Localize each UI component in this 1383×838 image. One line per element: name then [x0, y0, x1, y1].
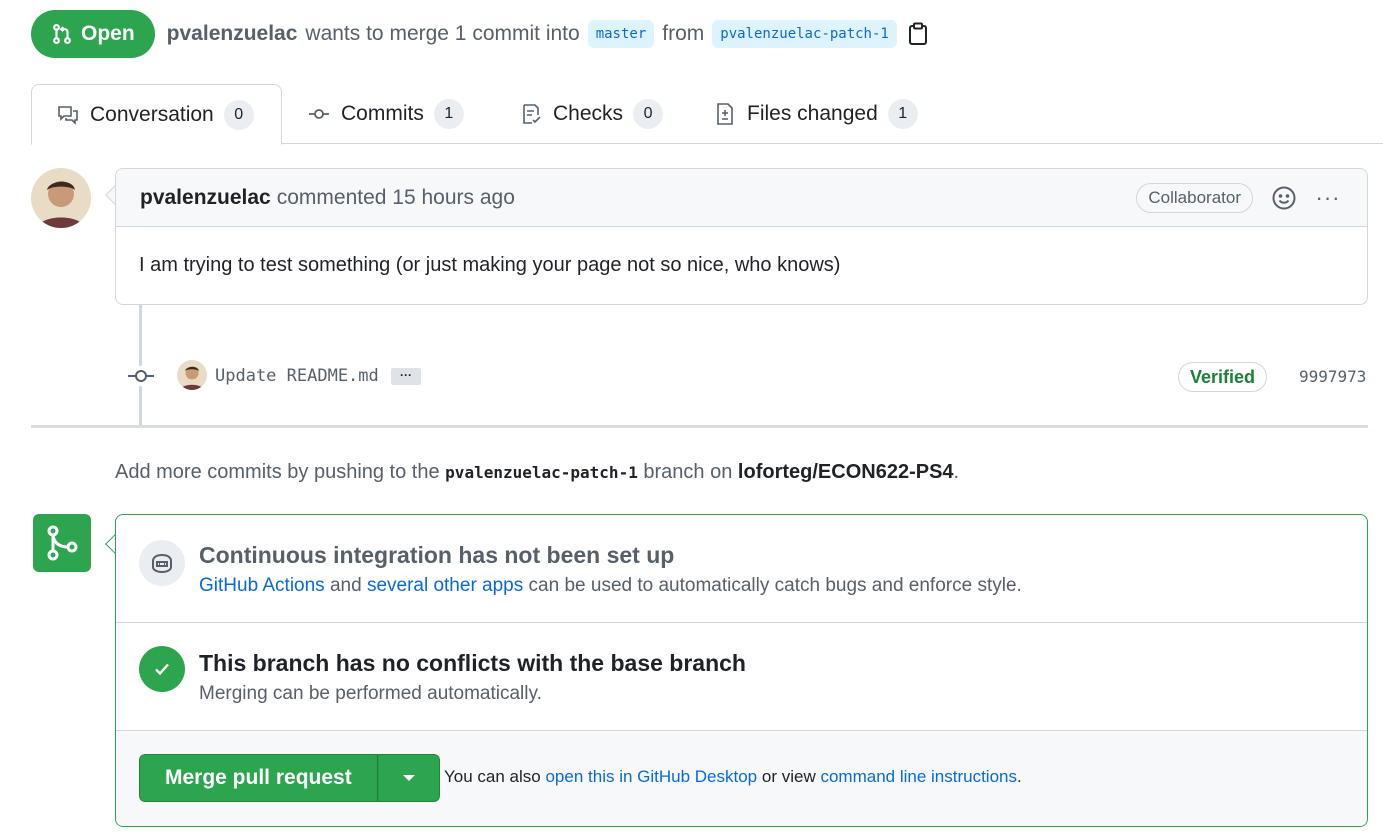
pr-from-text: from — [662, 22, 705, 45]
comment-body: I am trying to test something (or just m… — [139, 254, 841, 276]
ci-rest-text: can be used to automatically catch bugs … — [528, 575, 1022, 596]
pr-summary: pvalenzuelac wants to merge 1 commit int… — [167, 20, 929, 48]
alt-middle: or view — [761, 767, 816, 786]
push-hint-branch: pvalenzuelac-patch-1 — [445, 463, 638, 482]
tab-counter: 0 — [223, 99, 254, 130]
open-in-desktop-link[interactable]: open this in GitHub Desktop — [545, 767, 757, 786]
alt-suffix: . — [1017, 767, 1022, 786]
pr-state-badge: Open — [31, 10, 155, 58]
push-hint: Add more commits by pushing to the pvale… — [115, 461, 959, 484]
github-actions-link[interactable]: GitHub Actions — [199, 575, 325, 596]
tab-commits[interactable]: Commits 1 — [283, 84, 488, 144]
checklist-icon — [523, 104, 541, 124]
base-branch-ref[interactable]: master — [587, 20, 655, 48]
ci-section: Continuous integration has not been set … — [116, 515, 1367, 623]
tab-counter: 0 — [633, 99, 664, 129]
timeline-line — [139, 305, 142, 425]
tab-label: Commits — [341, 102, 424, 125]
comment-box: pvalenzuelac commented 15 hours ago Coll… — [115, 168, 1368, 305]
push-hint-prefix: Add more commits by pushing to the — [115, 461, 440, 483]
tab-files-changed[interactable]: Files changed 1 — [689, 84, 942, 144]
git-pull-request-icon — [53, 23, 71, 45]
tab-counter: 1 — [887, 99, 918, 129]
tab-label: Checks — [553, 102, 624, 125]
pr-tabs: Conversation 0 Commits 1 Checks 0 Files … — [31, 84, 1383, 145]
tab-label: Conversation — [90, 102, 214, 126]
comment-meta[interactable]: commented 15 hours ago — [277, 186, 515, 210]
user-avatar-image — [31, 168, 91, 228]
ci-and-text: and — [329, 575, 362, 596]
repo-link[interactable]: loforteg/ECON622-PS4 — [738, 461, 954, 483]
commit-expand-button[interactable]: ··· — [391, 368, 421, 385]
tab-counter: 1 — [433, 99, 464, 129]
comment-options-button[interactable]: ··· — [1313, 185, 1343, 211]
add-reaction-button[interactable] — [1271, 185, 1297, 211]
comment-discussion-icon — [58, 105, 78, 125]
ci-subtitle: GitHub Actions and several other apps ca… — [199, 575, 1022, 597]
tab-checks[interactable]: Checks 0 — [495, 84, 687, 144]
push-hint-middle: branch on — [643, 461, 733, 483]
timeline-divider — [31, 425, 1368, 428]
collaborator-label: Collaborator — [1136, 183, 1253, 213]
alt-prefix: You can also — [444, 767, 541, 786]
comment-header: pvalenzuelac commented 15 hours ago Coll… — [116, 169, 1367, 227]
git-commit-node-icon — [128, 366, 154, 386]
conflicts-section: This branch has no conflicts with the ba… — [116, 623, 1367, 731]
copy-branch-button[interactable] — [907, 21, 929, 47]
conflicts-subtitle: Merging can be performed automatically. — [199, 683, 542, 704]
merge-button-group: Merge pull request — [139, 754, 440, 802]
git-merge-icon — [33, 514, 91, 572]
copilot-robot-icon — [152, 553, 172, 574]
merge-box: Continuous integration has not been set … — [115, 514, 1368, 827]
pr-state-label: Open — [81, 22, 135, 45]
other-apps-link[interactable]: several other apps — [367, 575, 523, 596]
clipboard-icon — [908, 22, 927, 45]
pr-author-link[interactable]: pvalenzuelac — [167, 22, 298, 46]
merge-pull-request-button[interactable]: Merge pull request — [139, 754, 378, 802]
merge-alternatives: You can also open this in GitHub Desktop… — [444, 767, 1022, 787]
smiley-icon — [1272, 186, 1296, 210]
conflicts-title: This branch has no conflicts with the ba… — [199, 650, 746, 676]
verified-badge[interactable]: Verified — [1178, 362, 1268, 392]
pr-header: Open pvalenzuelac wants to merge 1 commi… — [31, 10, 929, 58]
avatar[interactable] — [31, 168, 91, 228]
git-commit-icon — [309, 109, 329, 119]
pr-merge-text: wants to merge 1 commit into — [305, 22, 580, 45]
tab-label: Files changed — [747, 102, 878, 125]
merge-actions-section: Merge pull request You can also open thi… — [116, 731, 1367, 826]
check-circle-icon — [139, 646, 185, 692]
user-avatar-image — [177, 360, 207, 390]
head-branch-ref[interactable]: pvalenzuelac-patch-1 — [712, 20, 897, 48]
triangle-down-icon — [402, 775, 415, 781]
push-hint-suffix: . — [953, 461, 960, 483]
command-line-instructions-link[interactable]: command line instructions — [820, 767, 1017, 786]
merge-method-dropdown[interactable] — [377, 754, 440, 802]
file-diff-icon — [717, 103, 733, 125]
tab-conversation[interactable]: Conversation 0 — [31, 84, 282, 145]
commit-author-avatar[interactable] — [177, 360, 207, 390]
ci-title: Continuous integration has not been set … — [199, 542, 675, 568]
commit-sha-link[interactable]: 9997973 — [1299, 367, 1366, 386]
comment-author-link[interactable]: pvalenzuelac — [140, 186, 271, 210]
commit-message-link[interactable]: Update README.md — [215, 366, 379, 386]
ci-icon-circle — [139, 540, 185, 586]
